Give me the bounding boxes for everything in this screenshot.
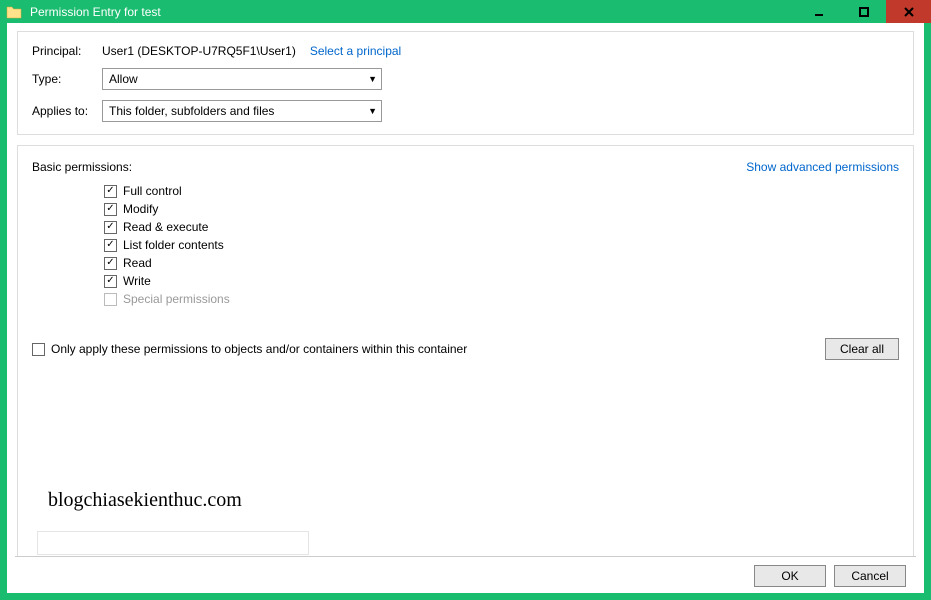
only-apply-label: Only apply these permissions to objects … bbox=[51, 342, 467, 356]
permission-label: Special permissions bbox=[123, 292, 230, 306]
watermark: blogchiasekienthuc.com bbox=[48, 489, 242, 512]
permission-label: Modify bbox=[123, 202, 158, 216]
window-title: Permission Entry for test bbox=[30, 5, 161, 19]
bottom-bar: OK Cancel bbox=[15, 556, 916, 587]
type-select-value: Allow bbox=[109, 72, 138, 86]
select-principal-link[interactable]: Select a principal bbox=[310, 44, 401, 58]
permission-checkbox[interactable] bbox=[104, 275, 117, 288]
permission-item: Full control bbox=[104, 184, 899, 198]
permission-item: Read & execute bbox=[104, 220, 899, 234]
applies-select[interactable]: This folder, subfolders and files ▼ bbox=[102, 100, 382, 122]
permission-item: List folder contents bbox=[104, 238, 899, 252]
ghost-rect bbox=[37, 531, 309, 555]
only-apply-checkbox[interactable] bbox=[32, 343, 45, 356]
principal-label: Principal: bbox=[32, 44, 102, 58]
cancel-button[interactable]: Cancel bbox=[834, 565, 906, 587]
permission-label: Read & execute bbox=[123, 220, 208, 234]
permission-label: List folder contents bbox=[123, 238, 224, 252]
permission-checkbox[interactable] bbox=[104, 185, 117, 198]
applies-select-value: This folder, subfolders and files bbox=[109, 104, 274, 118]
titlebar: Permission Entry for test bbox=[0, 0, 931, 23]
type-select[interactable]: Allow ▼ bbox=[102, 68, 382, 90]
principal-section: Principal: User1 (DESKTOP-U7RQ5F1\User1)… bbox=[17, 31, 914, 135]
permissions-section: Basic permissions: Show advanced permiss… bbox=[17, 145, 914, 583]
show-advanced-link[interactable]: Show advanced permissions bbox=[746, 160, 899, 174]
type-row: Type: Allow ▼ bbox=[32, 68, 899, 90]
ok-button[interactable]: OK bbox=[754, 565, 826, 587]
close-button[interactable] bbox=[886, 0, 931, 23]
folder-icon bbox=[6, 5, 22, 19]
permission-checkbox[interactable] bbox=[104, 203, 117, 216]
principal-row: Principal: User1 (DESKTOP-U7RQ5F1\User1)… bbox=[32, 44, 899, 58]
minimize-button[interactable] bbox=[796, 0, 841, 23]
only-apply-left: Only apply these permissions to objects … bbox=[32, 342, 467, 356]
content-area: Principal: User1 (DESKTOP-U7RQ5F1\User1)… bbox=[7, 23, 924, 593]
permission-item: Modify bbox=[104, 202, 899, 216]
permission-label: Full control bbox=[123, 184, 182, 198]
permission-item: Special permissions bbox=[104, 292, 899, 306]
permission-entry-window: Permission Entry for test Principal: Use… bbox=[0, 0, 931, 600]
type-label: Type: bbox=[32, 72, 102, 86]
permission-label: Write bbox=[123, 274, 151, 288]
applies-row: Applies to: This folder, subfolders and … bbox=[32, 100, 899, 122]
window-controls bbox=[796, 0, 931, 23]
clear-all-button[interactable]: Clear all bbox=[825, 338, 899, 360]
only-apply-row: Only apply these permissions to objects … bbox=[32, 338, 899, 360]
permissions-header: Basic permissions: Show advanced permiss… bbox=[32, 160, 899, 174]
permission-checkbox[interactable] bbox=[104, 239, 117, 252]
permission-checkbox[interactable] bbox=[104, 257, 117, 270]
chevron-down-icon: ▼ bbox=[368, 74, 377, 84]
permissions-list: Full control Modify Read & execute List fol… bbox=[32, 184, 899, 310]
maximize-button[interactable] bbox=[841, 0, 886, 23]
titlebar-left: Permission Entry for test bbox=[0, 0, 161, 23]
permission-item: Write bbox=[104, 274, 899, 288]
permission-label: Read bbox=[123, 256, 152, 270]
applies-label: Applies to: bbox=[32, 104, 102, 118]
permission-checkbox[interactable] bbox=[104, 221, 117, 234]
permission-item: Read bbox=[104, 256, 899, 270]
basic-permissions-title: Basic permissions: bbox=[32, 160, 132, 174]
chevron-down-icon: ▼ bbox=[368, 106, 377, 116]
permission-checkbox bbox=[104, 293, 117, 306]
principal-value: User1 (DESKTOP-U7RQ5F1\User1) bbox=[102, 44, 296, 58]
